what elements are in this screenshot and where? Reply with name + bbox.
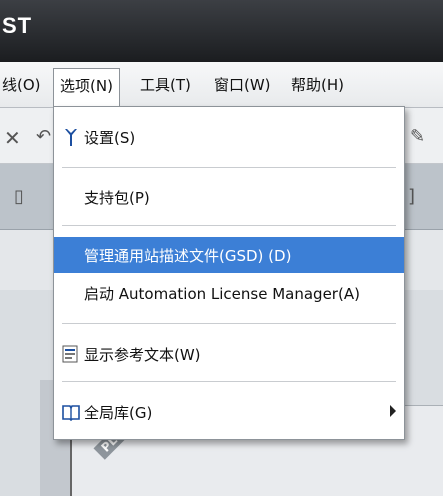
close-icon[interactable]: ✕	[4, 126, 21, 150]
menu-options[interactable]: 选项(N)	[53, 68, 120, 108]
online-icon[interactable]: ✎	[410, 126, 425, 147]
undo-icon[interactable]: ↶	[36, 126, 51, 147]
menu-item-global-libraries[interactable]: 全局库(G)	[54, 394, 404, 430]
panel-toggle-icon[interactable]: ▯	[14, 186, 24, 207]
menu-item-settings[interactable]: 设置(S)	[54, 119, 404, 155]
menu-tools[interactable]: 工具(T)	[140, 74, 191, 95]
wrench-icon	[62, 127, 80, 147]
bracket-icon[interactable]: ]	[408, 186, 415, 207]
menu-help[interactable]: 帮助(H)	[291, 74, 344, 95]
menu-window[interactable]: 窗口(W)	[214, 74, 271, 95]
options-menu-dropdown: 设置(S) 支持包(P) 管理通用站描述文件(GSD) (D) 启动 Autom…	[53, 106, 405, 440]
reference-text-icon	[62, 344, 80, 364]
book-icon	[62, 402, 80, 422]
title-bar: ST	[0, 0, 443, 62]
menu-bar: 线(O) 选项(N) 工具(T) 窗口(W) 帮助(H)	[0, 62, 443, 108]
menu-separator	[62, 225, 396, 226]
menu-separator	[62, 167, 396, 168]
submenu-arrow-icon	[390, 405, 396, 417]
menu-separator	[62, 323, 396, 324]
menu-item-reference-text[interactable]: 显示参考文本(W)	[54, 336, 404, 372]
window-title: ST	[2, 13, 33, 38]
menu-project[interactable]: 线(O)	[2, 74, 41, 95]
menu-item-manage-gsd[interactable]: 管理通用站描述文件(GSD) (D)	[54, 237, 404, 273]
menu-item-support-packages[interactable]: 支持包(P)	[54, 179, 404, 215]
menu-separator	[62, 381, 396, 382]
menu-item-license-manager[interactable]: 启动 Automation License Manager(A)	[54, 275, 404, 311]
